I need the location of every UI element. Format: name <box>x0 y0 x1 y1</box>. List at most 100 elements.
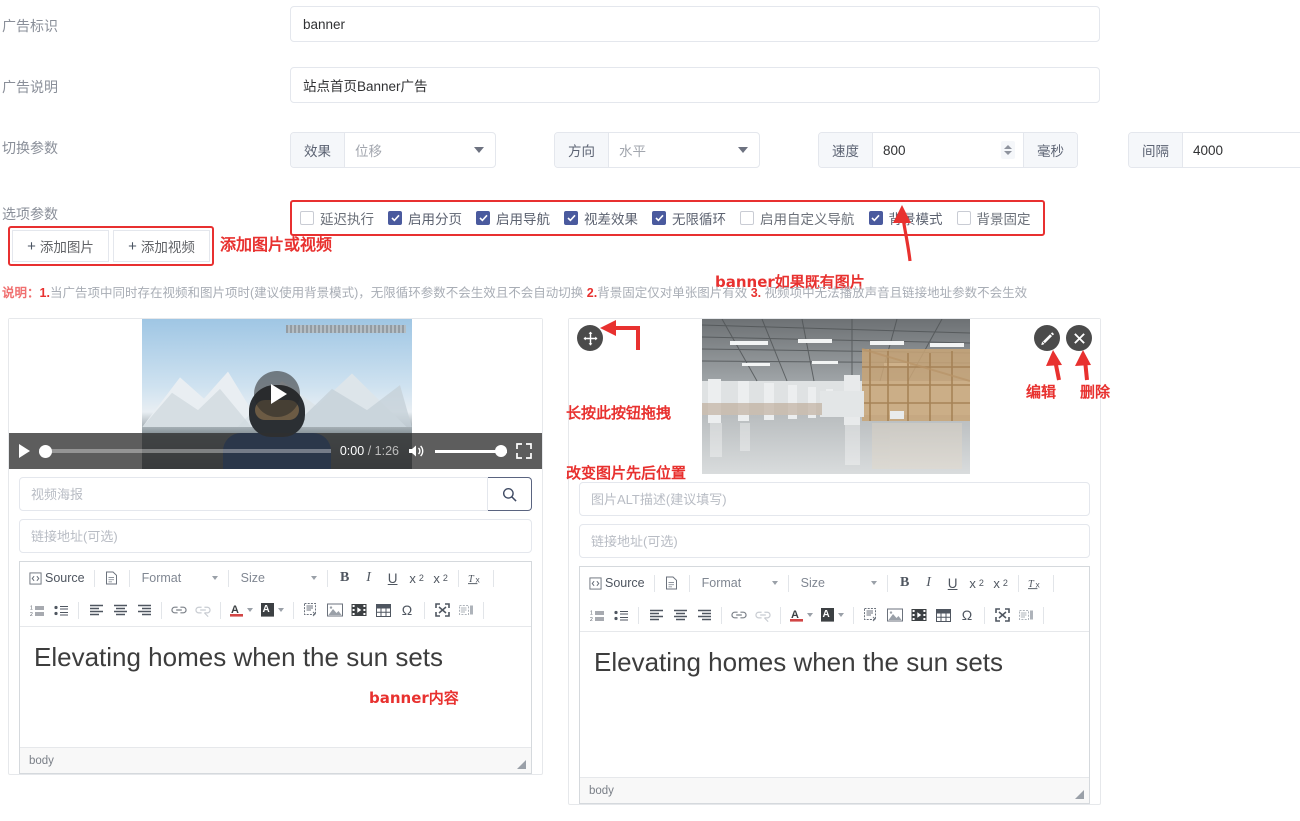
show-blocks-button[interactable] <box>1015 604 1037 626</box>
bold-button[interactable]: B <box>334 567 356 589</box>
video-link-input[interactable] <box>19 519 532 553</box>
superscript-button[interactable]: x2 <box>430 567 452 589</box>
ad-desc-input[interactable] <box>290 67 1100 103</box>
templates-button[interactable] <box>661 572 683 594</box>
special-character-button[interactable]: Ω <box>956 604 978 626</box>
checkbox-infinite-loop[interactable]: 无限循环 <box>652 208 726 228</box>
drag-handle-button[interactable] <box>577 325 603 351</box>
insert-image-button[interactable] <box>884 604 906 626</box>
checkbox-icon[interactable] <box>300 211 314 225</box>
source-label: Source <box>45 571 85 585</box>
resize-grip[interactable] <box>517 760 526 769</box>
volume-slider[interactable] <box>435 445 507 457</box>
insert-image-button[interactable] <box>324 599 346 621</box>
time-total: 1:26 <box>374 444 399 458</box>
effect-select[interactable]: 位移 <box>345 133 495 167</box>
align-center-button[interactable] <box>109 599 131 621</box>
show-blocks-button[interactable] <box>455 599 477 621</box>
image-preview[interactable] <box>702 319 970 474</box>
checkbox-icon[interactable] <box>652 211 666 225</box>
background-color-button[interactable]: A <box>818 604 847 626</box>
checkbox-icon[interactable] <box>388 211 402 225</box>
align-right-button[interactable] <box>693 604 715 626</box>
remove-format-button[interactable]: T x <box>465 567 487 589</box>
checkbox-icon[interactable] <box>956 211 971 225</box>
play-overlay-button[interactable] <box>254 371 300 417</box>
add-image-button[interactable]: + 添加图片 <box>12 230 109 262</box>
size-dropdown[interactable]: Size <box>235 571 321 585</box>
maximize-button[interactable] <box>991 604 1013 626</box>
interval-stepper[interactable]: 4000 <box>1183 133 1300 167</box>
volume-button[interactable] <box>408 443 426 459</box>
ad-id-input[interactable] <box>290 6 1100 42</box>
checkbox-enable-pagination[interactable]: 启用分页 <box>388 208 462 228</box>
text-color-button[interactable]: A <box>787 604 816 626</box>
remove-format-button[interactable]: T x <box>1025 572 1047 594</box>
edit-image-button[interactable] <box>1034 325 1060 351</box>
italic-button[interactable]: I <box>918 572 940 594</box>
video-watermark <box>286 325 406 333</box>
bulleted-list-button[interactable] <box>610 604 632 626</box>
video-icon <box>911 609 927 621</box>
spinner-icon[interactable] <box>1001 141 1015 159</box>
templates-button[interactable] <box>101 567 123 589</box>
add-video-button[interactable]: + 添加视频 <box>113 230 210 262</box>
link-button[interactable] <box>168 599 190 621</box>
numbered-list-button[interactable]: 12 <box>586 604 608 626</box>
insert-html-button[interactable] <box>860 604 882 626</box>
seek-bar[interactable] <box>39 444 331 458</box>
fullscreen-button[interactable] <box>516 443 532 459</box>
format-dropdown[interactable]: Format <box>136 571 222 585</box>
subscript-button[interactable]: x2 <box>966 572 988 594</box>
checkbox-icon[interactable] <box>740 211 754 225</box>
direction-select[interactable]: 水平 <box>609 133 759 167</box>
checkbox-icon[interactable] <box>564 211 578 225</box>
checkbox-background-fixed[interactable]: 背景固定 <box>956 208 1031 228</box>
source-button[interactable]: Source <box>26 567 88 589</box>
insert-html-button[interactable] <box>300 599 322 621</box>
format-dropdown[interactable]: Format <box>696 576 782 590</box>
speed-stepper[interactable]: 800 <box>873 133 1023 167</box>
underline-button[interactable]: U <box>942 572 964 594</box>
video-poster-input[interactable] <box>19 477 488 511</box>
background-color-button[interactable]: A <box>258 599 287 621</box>
volume-handle[interactable] <box>495 445 507 457</box>
underline-label: U <box>947 575 958 591</box>
superscript-button[interactable]: x2 <box>990 572 1012 594</box>
video-editor-body[interactable]: Elevating homes when the sun sets <box>20 627 531 747</box>
size-dropdown[interactable]: Size <box>795 576 881 590</box>
text-color-button[interactable]: A <box>227 599 256 621</box>
align-center-button[interactable] <box>669 604 691 626</box>
link-button[interactable] <box>728 604 750 626</box>
insert-video-button[interactable] <box>348 599 370 621</box>
seek-handle[interactable] <box>39 444 52 458</box>
checkbox-custom-navigation[interactable]: 启用自定义导航 <box>740 208 855 228</box>
checkbox-delay-exec[interactable]: 延迟执行 <box>300 208 374 228</box>
bold-button[interactable]: B <box>894 572 916 594</box>
italic-button[interactable]: I <box>358 567 380 589</box>
bulleted-list-button[interactable] <box>50 599 72 621</box>
insert-table-button[interactable] <box>932 604 954 626</box>
unlink-button[interactable] <box>752 604 774 626</box>
delete-image-button[interactable] <box>1066 325 1092 351</box>
insert-table-button[interactable] <box>372 599 394 621</box>
align-right-button[interactable] <box>133 599 155 621</box>
checkbox-parallax[interactable]: 视差效果 <box>564 208 638 228</box>
subscript-button[interactable]: x2 <box>406 567 428 589</box>
unlink-button[interactable] <box>192 599 214 621</box>
align-left-button[interactable] <box>85 599 107 621</box>
checkbox-icon[interactable] <box>476 211 490 225</box>
underline-button[interactable]: U <box>382 567 404 589</box>
maximize-button[interactable] <box>431 599 453 621</box>
image-editor-body[interactable]: Elevating homes when the sun sets <box>580 632 1089 777</box>
numbered-list-button[interactable]: 12 <box>26 599 48 621</box>
poster-search-button[interactable] <box>488 477 532 511</box>
checkbox-enable-navigation[interactable]: 启用导航 <box>476 208 550 228</box>
align-left-button[interactable] <box>645 604 667 626</box>
resize-grip[interactable] <box>1075 790 1084 799</box>
image-link-input[interactable] <box>579 524 1090 558</box>
insert-video-button[interactable] <box>908 604 930 626</box>
source-button[interactable]: Source <box>586 572 648 594</box>
special-character-button[interactable]: Ω <box>396 599 418 621</box>
play-button[interactable] <box>19 444 30 458</box>
